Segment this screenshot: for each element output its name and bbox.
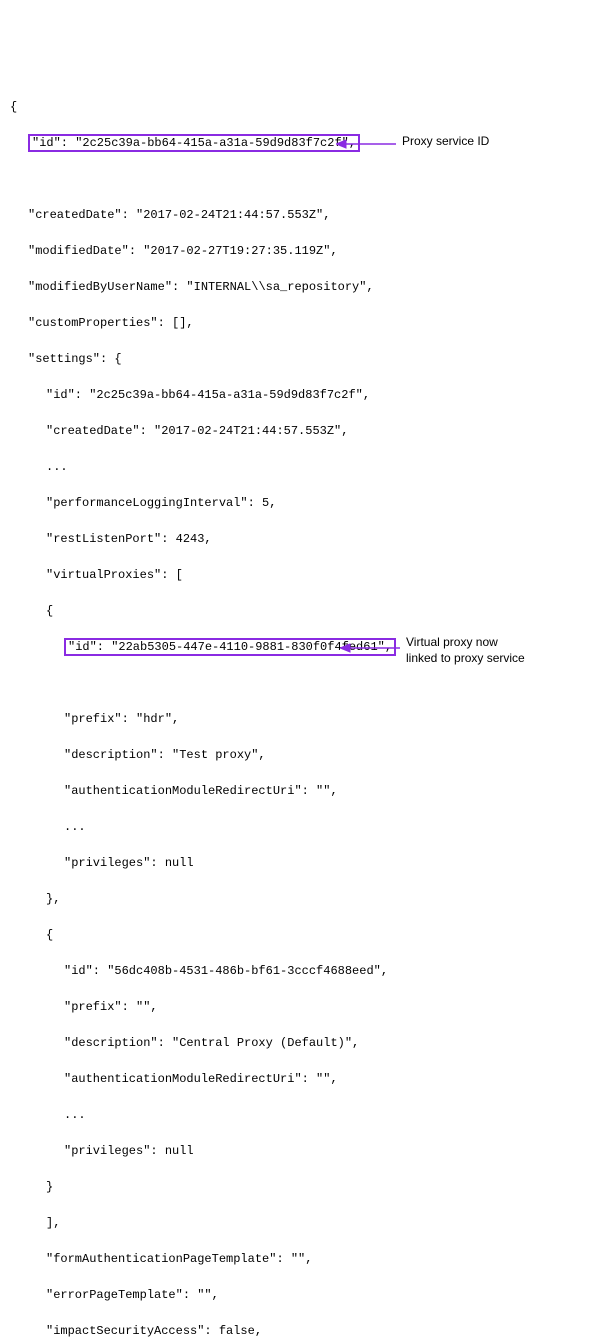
arrow-icon [340, 642, 400, 654]
code-line: "performanceLoggingInterval": 5, [10, 494, 590, 512]
code-line: "authenticationModuleRedirectUri": "", [10, 782, 590, 800]
code-line: { [10, 926, 590, 944]
code-line: "privileges": null [10, 854, 590, 872]
virtual-proxy-callout: Virtual proxy now linked to proxy service [406, 635, 566, 666]
code-line: "impactSecurityAccess": false, [10, 1322, 590, 1340]
code-line: "restListenPort": 4243, [10, 530, 590, 548]
code-line: "id": "56dc408b-4531-486b-bf61-3cccf4688… [10, 962, 590, 980]
code-line: ... [10, 1106, 590, 1124]
code-line: "settings": { [10, 350, 590, 368]
code-line: } [10, 1178, 590, 1196]
code-line: "privileges": null [10, 1142, 590, 1160]
code-line: "errorPageTemplate": "", [10, 1286, 590, 1304]
code-line: "id": "22ab5305-447e-4110-9881-830f0f4fe… [10, 638, 590, 692]
code-line: { [10, 98, 590, 116]
code-line: "description": "Test proxy", [10, 746, 590, 764]
code-line: "modifiedByUserName": "INTERNAL\\sa_repo… [10, 278, 590, 296]
proxy-service-id-highlight: "id": "2c25c39a-bb64-415a-a31a-59d9d83f7… [28, 134, 360, 152]
code-line: ... [10, 458, 590, 476]
code-line: "description": "Central Proxy (Default)"… [10, 1034, 590, 1052]
proxy-service-id-callout: Proxy service ID [402, 134, 489, 150]
code-line: "modifiedDate": "2017-02-27T19:27:35.119… [10, 242, 590, 260]
json-code-block: { "id": "2c25c39a-bb64-415a-a31a-59d9d83… [10, 80, 590, 1342]
code-line: "customProperties": [], [10, 314, 590, 332]
arrow-icon [336, 138, 396, 150]
code-line: ... [10, 818, 590, 836]
code-line: "id": "2c25c39a-bb64-415a-a31a-59d9d83f7… [10, 386, 590, 404]
callout-text: Virtual proxy now [406, 635, 498, 649]
code-line: "formAuthenticationPageTemplate": "", [10, 1250, 590, 1268]
code-line: }, [10, 890, 590, 908]
code-line: "id": "2c25c39a-bb64-415a-a31a-59d9d83f7… [10, 134, 590, 188]
code-line: "createdDate": "2017-02-24T21:44:57.553Z… [10, 422, 590, 440]
code-line: "virtualProxies": [ [10, 566, 590, 584]
callout-text: linked to proxy service [406, 651, 525, 665]
code-line: ], [10, 1214, 590, 1232]
code-line: "createdDate": "2017-02-24T21:44:57.553Z… [10, 206, 590, 224]
code-line: { [10, 602, 590, 620]
code-line: "prefix": "hdr", [10, 710, 590, 728]
code-line: "prefix": "", [10, 998, 590, 1016]
code-line: "authenticationModuleRedirectUri": "", [10, 1070, 590, 1088]
